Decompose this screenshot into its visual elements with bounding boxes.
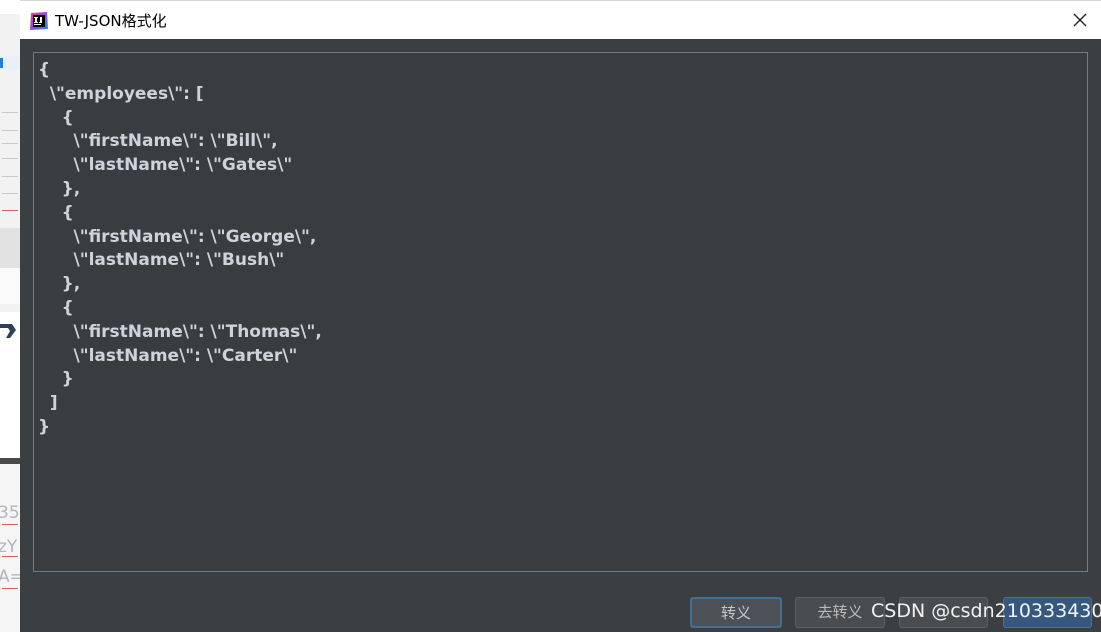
background-text: zY [0, 537, 18, 557]
json-format-dialog: TW-JSON格式化 { \"employees\": [ { \"firstN… [20, 0, 1101, 632]
background-text: A= [0, 567, 20, 587]
dialog-button[interactable] [899, 597, 988, 628]
json-editor[interactable]: { \"employees\": [ { \"firstName\": \"Bi… [33, 52, 1088, 572]
intellij-app-icon [30, 12, 48, 30]
chevron-icon [0, 324, 16, 338]
json-text[interactable]: { \"employees\": [ { \"firstName\": \"Bi… [34, 53, 1087, 440]
dialog-title: TW-JSON格式化 [55, 12, 167, 30]
escape-button[interactable]: 转义 [690, 597, 782, 628]
background-text: 35c [0, 503, 20, 523]
dialog-primary-button[interactable] [1003, 597, 1092, 628]
background-window: 35c zY A= [0, 0, 20, 632]
unescape-button[interactable]: 去转义 [795, 597, 885, 628]
close-icon[interactable] [1067, 7, 1093, 33]
title-bar[interactable]: TW-JSON格式化 [20, 0, 1101, 39]
